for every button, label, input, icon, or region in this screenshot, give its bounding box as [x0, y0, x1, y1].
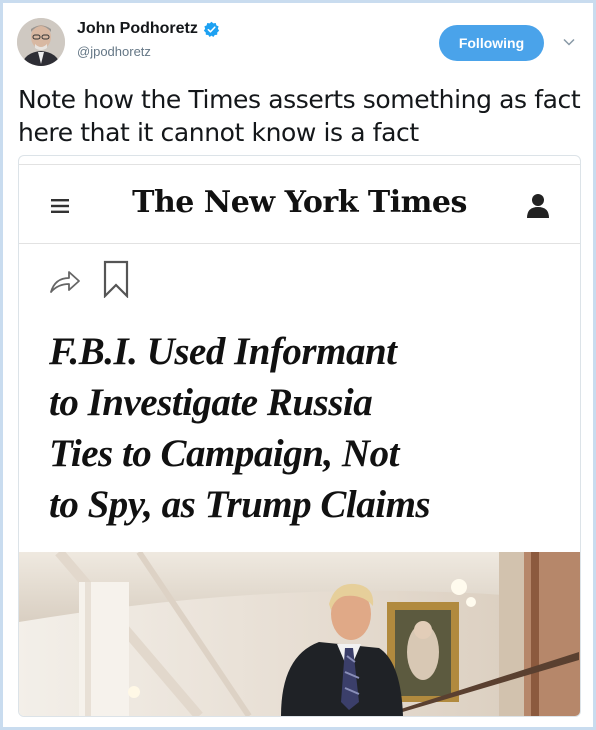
nyt-masthead: The New York Times: [132, 185, 467, 220]
tweet-card: John Podhoretz @jpodhoretz Following Not…: [0, 0, 596, 730]
following-button[interactable]: Following: [439, 25, 544, 61]
article-photo: [19, 548, 580, 716]
headline-line: F.B.I. Used Informant: [49, 330, 397, 373]
avatar[interactable]: [17, 18, 65, 66]
verified-icon: [203, 21, 220, 38]
author-name-text[interactable]: John Podhoretz: [77, 20, 198, 38]
tweet-text: Note how the Times asserts something as …: [18, 85, 581, 147]
user-icon: [527, 193, 549, 219]
author-name[interactable]: John Podhoretz: [77, 20, 220, 38]
headline-line: to Spy, as Trump Claims: [49, 483, 431, 526]
article-headline: F.B.I. Used Informant to Investigate Rus…: [49, 326, 559, 530]
headline-line: to Investigate Russia: [49, 381, 373, 424]
tweet-media[interactable]: The New York Times F.B.I. Used Informant…: [18, 155, 581, 717]
nyt-header: The New York Times: [19, 164, 580, 244]
chevron-down-icon[interactable]: [562, 35, 576, 49]
bookmark-icon: [103, 260, 129, 299]
author-handle[interactable]: @jpodhoretz: [77, 44, 151, 59]
share-icon: [49, 268, 81, 294]
headline-line: Ties to Campaign, Not: [49, 432, 399, 475]
